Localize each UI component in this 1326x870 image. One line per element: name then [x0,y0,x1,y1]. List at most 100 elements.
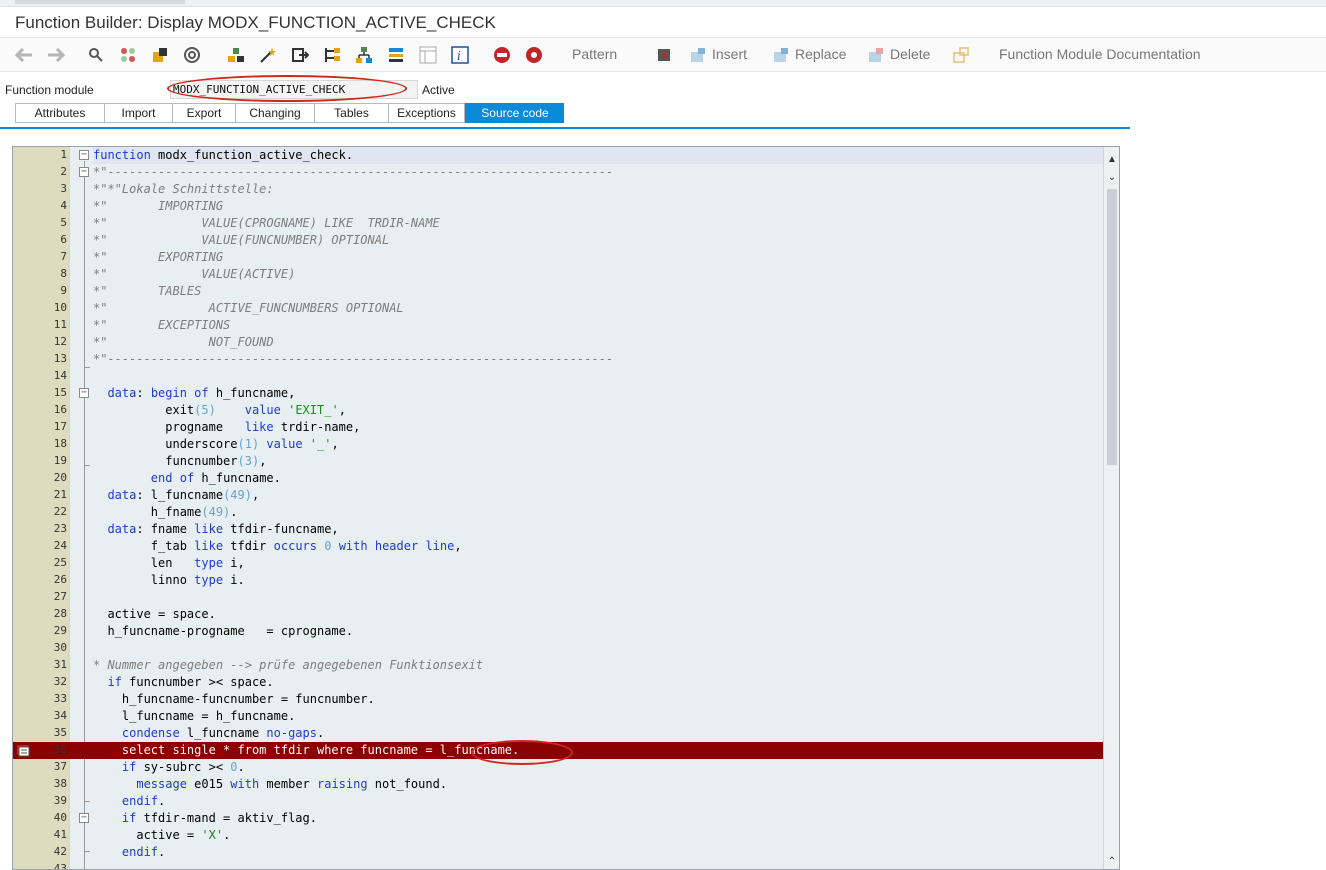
delete-icon[interactable] [866,45,886,65]
code-text[interactable]: data: l_funcname(49), [93,488,259,502]
code-text[interactable]: h_fname(49). [93,505,238,519]
code-line[interactable]: 39 endif. [13,793,1103,810]
code-line[interactable]: 37 if sy-subrc >< 0. [13,759,1103,776]
scroll-up-icon[interactable]: ▲ [1105,153,1119,167]
code-line[interactable]: 21 data: l_funcname(49), [13,487,1103,504]
tab-attributes[interactable]: Attributes [15,103,104,123]
code-line[interactable]: 2 *"-------------------------------------… [13,164,1103,181]
navigation-icon[interactable] [290,45,310,65]
magic-wand-icon[interactable] [258,45,278,65]
info-icon[interactable]: i [450,45,470,65]
code-line[interactable]: 13 *"------------------------------------… [13,351,1103,368]
code-text[interactable]: h_funcname-funcnumber = funcnumber. [93,692,375,706]
code-line[interactable]: 29 h_funcname-progname = cprogname. [13,623,1103,640]
code-line[interactable]: 42 endif. [13,844,1103,861]
code-text[interactable]: linno type i. [93,573,245,587]
code-text[interactable]: *"*"Lokale Schnittstelle: [93,182,274,196]
tab-exceptions[interactable]: Exceptions [388,103,465,123]
code-text[interactable]: *"--------------------------------------… [93,165,613,179]
cut-icon[interactable] [654,45,674,65]
code-text[interactable]: message e015 with member raising not_fou… [93,777,447,791]
breakpoint-icon[interactable] [492,45,512,65]
stack-icon[interactable] [386,45,406,65]
code-line[interactable]: 25 len type i, [13,555,1103,572]
code-text[interactable]: *"--------------------------------------… [93,352,613,366]
insert-icon[interactable] [688,45,708,65]
code-text[interactable]: exit(5) value 'EXIT_', [93,403,346,417]
code-line[interactable]: 19 funcnumber(3), [13,453,1103,470]
hierarchy-icon[interactable] [354,45,374,65]
code-text[interactable]: *" EXCEPTIONS [93,318,230,332]
code-text[interactable]: if funcnumber >< space. [93,675,273,689]
where-used-icon[interactable] [226,45,246,65]
code-line[interactable]: 38 message e015 with member raising not_… [13,776,1103,793]
code-line[interactable]: 6 *" VALUE(FUNCNUMBER) OPTIONAL [13,232,1103,249]
code-line[interactable]: 27 [13,589,1103,606]
function-module-documentation-button[interactable]: Function Module Documentation [999,46,1201,62]
insert-button[interactable]: Insert [712,46,747,62]
code-text[interactable]: * Nummer angegeben --> prüfe angegebenen… [93,658,483,672]
scroll-bottom-icon[interactable]: ⌃ [1105,855,1119,869]
code-line[interactable]: 24 f_tab like tfdir occurs 0 with header… [13,538,1103,555]
code-text[interactable]: *" NOT_FOUND [93,335,274,349]
code-text[interactable]: len type i, [93,556,245,570]
code-line[interactable]: 23 data: fname like tfdir-funcname, [13,521,1103,538]
code-line[interactable]: 14 [13,368,1103,385]
code-line[interactable]: 32 if funcnumber >< space. [13,674,1103,691]
code-line[interactable]: 28 active = space. [13,606,1103,623]
activate-icon[interactable] [150,45,170,65]
vertical-scrollbar[interactable]: ▲ ⌄ ⌃ [1103,147,1119,869]
code-text[interactable]: *" VALUE(CPROGNAME) LIKE TRDIR-NAME [93,216,440,230]
tab-tables[interactable]: Tables [314,103,388,123]
code-text[interactable]: active = 'X'. [93,828,230,842]
code-text[interactable]: *" VALUE(FUNCNUMBER) OPTIONAL [93,233,389,247]
code-text[interactable]: *" TABLES [93,284,201,298]
code-line[interactable]: 12 *" NOT_FOUND [13,334,1103,351]
code-line[interactable]: 31 * Nummer angegeben --> prüfe angegeben… [13,657,1103,674]
session-breakpoint-icon[interactable] [524,45,544,65]
code-text[interactable]: condense l_funcname no-gaps. [93,726,324,740]
replace-icon[interactable] [771,45,791,65]
code-text[interactable]: endif. [93,845,165,859]
object-list-icon[interactable] [322,45,342,65]
pattern-button[interactable]: Pattern [572,46,617,62]
code-text[interactable]: underscore(1) value '_', [93,437,338,451]
code-line[interactable]: 18 underscore(1) value '_', [13,436,1103,453]
code-text[interactable]: if sy-subrc >< 0. [93,760,245,774]
code-line[interactable]: 30 [13,640,1103,657]
code-line[interactable]: 15 data: begin of h_funcname, [13,385,1103,402]
tab-source-code[interactable]: Source code [465,103,564,123]
code-line[interactable]: 40 if tfdir-mand = aktiv_flag. [13,810,1103,827]
code-line[interactable]: 17 progname like trdir-name, [13,419,1103,436]
code-line[interactable]: 26 linno type i. [13,572,1103,589]
code-line[interactable]: 7 *" EXPORTING [13,249,1103,266]
code-line[interactable]: 22 h_fname(49). [13,504,1103,521]
code-text[interactable]: *" IMPORTING [93,199,223,213]
tab-export[interactable]: Export [172,103,235,123]
source-code-editor[interactable]: − − − − 1 function modx_function_active_chec… [12,146,1120,870]
forward-arrow-icon[interactable] [46,45,66,65]
code-text[interactable]: end of h_funcname. [93,471,281,485]
breakpoint-marker-icon[interactable] [17,744,31,757]
code-text[interactable]: *" EXPORTING [93,250,223,264]
tab-import[interactable]: Import [104,103,172,123]
other-object-icon[interactable] [86,45,106,65]
code-text[interactable]: endif. [93,794,165,808]
code-line[interactable]: 20 end of h_funcname. [13,470,1103,487]
code-line[interactable]: 35 condense l_funcname no-gaps. [13,725,1103,742]
code-line[interactable]: 1 function modx_function_active_check. [13,147,1103,164]
documentation-icon[interactable] [951,45,971,65]
code-line[interactable]: 43 [13,861,1103,869]
code-text[interactable]: f_tab like tfdir occurs 0 with header li… [93,539,462,553]
code-line[interactable]: 9 *" TABLES [13,283,1103,300]
code-line[interactable]: 34 l_funcname = h_funcname. [13,708,1103,725]
chevron-down-icon[interactable]: ⌄ [1105,171,1119,185]
code-text[interactable]: function modx_function_active_check. [93,148,353,162]
code-text[interactable]: select single * from tfdir where funcnam… [93,743,519,757]
screen-icon[interactable] [418,45,438,65]
code-line[interactable]: 3 *"*"Lokale Schnittstelle: [13,181,1103,198]
code-text[interactable]: h_funcname-progname = cprogname. [93,624,353,638]
tab-changing[interactable]: Changing [235,103,314,123]
code-text[interactable]: *" VALUE(ACTIVE) [93,267,295,281]
scrollbar-thumb[interactable] [1107,189,1117,465]
